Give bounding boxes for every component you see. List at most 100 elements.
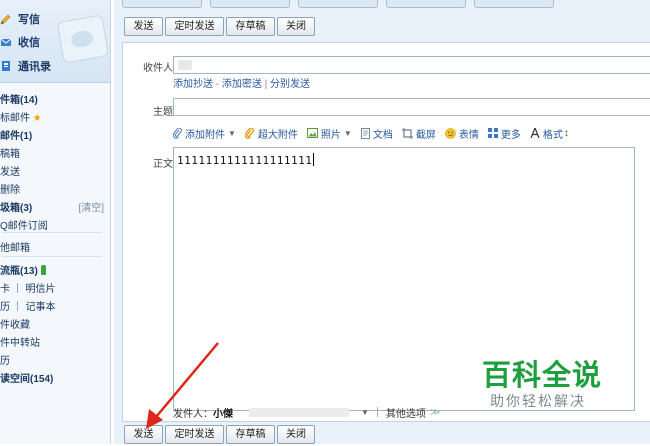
inbox-label: 收信 [18, 37, 40, 49]
subject-input[interactable] [173, 98, 650, 116]
tab-4[interactable] [386, 0, 466, 8]
separate-send-link[interactable]: 分别发送 [270, 79, 310, 90]
body-text: 1111111111111111111 [177, 154, 313, 167]
add-cc-link[interactable]: 添加抄送 [173, 79, 213, 90]
format-label: 格式 [542, 129, 563, 141]
folder-item[interactable]: 读空间(154) [0, 371, 104, 388]
write-mail-label: 写信 [18, 14, 40, 26]
document-button[interactable]: 文档 [360, 126, 393, 141]
scheduled-send-button-top[interactable]: 定时发送 [165, 17, 224, 36]
folder-item[interactable]: 发送 [0, 164, 104, 181]
contacts-link[interactable]: 通讯录 [0, 57, 51, 75]
body-label: 正文 [153, 159, 173, 170]
send-button-top[interactable]: 发送 [124, 17, 163, 36]
pencil-icon [0, 14, 11, 25]
close-button-top[interactable]: 关闭 [277, 17, 315, 36]
redacted-sender-address [249, 407, 349, 417]
close-button-bottom[interactable]: 关闭 [277, 425, 315, 444]
tab-1[interactable] [122, 0, 202, 8]
folder-label: 历 [0, 356, 10, 367]
document-label: 文档 [372, 129, 393, 141]
font-format-icon [530, 128, 540, 138]
attach-button[interactable]: 添加附件 ▼ [173, 126, 236, 141]
folder-label: 删除 [0, 185, 20, 196]
other-options-link[interactable]: 其他选项 [386, 405, 426, 420]
sidebar-divider [2, 232, 102, 233]
big-attachment-icon [244, 127, 254, 139]
format-toolbar: 添加附件 ▼ 超大附件 照片 ▼ 文档 截屏 表情 更多 格式 ↕ [173, 126, 578, 141]
save-draft-button-top[interactable]: 存草稿 [226, 17, 275, 36]
folder-label: 发送 [0, 167, 20, 178]
folder-item[interactable]: 他邮箱 [0, 240, 104, 257]
folder-label: 卡 ｜ 明信片 [0, 284, 56, 295]
save-draft-button-bottom[interactable]: 存草稿 [226, 425, 275, 444]
photo-button[interactable]: 照片 ▼ [306, 126, 352, 141]
subject-label: 主题 [153, 107, 173, 118]
watermark-title: 百科全说 [482, 360, 603, 392]
sender-label: 发件人： [173, 408, 213, 420]
tab-strip [114, 0, 650, 10]
screenshot-button[interactable]: 截屏 [401, 126, 436, 141]
more-button[interactable]: 更多 [487, 126, 521, 141]
add-bcc-link[interactable]: 添加密送 [222, 79, 262, 90]
expand-options-icon[interactable]: ≫ [430, 407, 440, 418]
address-book-icon [2, 61, 10, 71]
folder-item[interactable]: 删除 [0, 182, 104, 199]
folder-item[interactable]: 件箱(14) [0, 92, 104, 109]
decorative-card-image [56, 14, 110, 64]
inbox-link[interactable]: 收信 [0, 33, 40, 51]
folder-item[interactable]: 件中转站 [0, 335, 104, 352]
folder-label: 历 ｜ 记事本 [0, 302, 56, 313]
contacts-label: 通讯录 [18, 61, 51, 73]
send-button-bottom[interactable]: 发送 [124, 425, 163, 444]
folder-label: 读空间(154) [0, 374, 54, 385]
folder-label: 件收藏 [0, 320, 30, 331]
tab-3[interactable] [298, 0, 378, 8]
document-icon [360, 127, 370, 139]
inbox-icon [0, 38, 12, 46]
sender-row: 发件人： 小傑 ▼ 其他选项 ≫ [173, 405, 440, 420]
sidebar: 写信 收信 通讯录 件箱(14) 标邮件 ★ 邮件(1) 稿箱发送删除圾箱(3) [清空… [0, 0, 111, 444]
folder-label: 流瓶(13) [0, 266, 38, 277]
link-separator: | [261, 79, 271, 90]
empty-trash-link[interactable]: [清空] [78, 200, 104, 217]
folder-label: 圾箱(3) [0, 203, 33, 214]
folder-item[interactable]: 卡 ｜ 明信片 [0, 281, 104, 298]
folder-item[interactable]: 邮件(1) [0, 128, 104, 145]
folder-item[interactable]: 标邮件 ★ [0, 110, 104, 127]
recipient-options: 添加抄送 - 添加密送 | 分别发送 [173, 75, 310, 90]
star-icon: ★ [30, 113, 42, 124]
folder-label: 件箱(14) [0, 95, 38, 106]
grid-icon [487, 128, 498, 138]
folder-label: 他邮箱 [0, 243, 30, 254]
big-attach-button[interactable]: 超大附件 [244, 126, 298, 141]
folder-item[interactable]: 历 [0, 353, 104, 370]
recipient-label: 收件人 [143, 63, 173, 74]
sender-dropdown-icon[interactable]: ▼ [361, 408, 369, 417]
folder-item[interactable]: 件收藏 [0, 317, 104, 334]
screenshot-icon [401, 127, 413, 139]
folder-item[interactable]: 历 ｜ 记事本 [0, 299, 104, 316]
attach-dropdown-icon[interactable]: ▼ [228, 129, 236, 138]
screenshot-label: 截屏 [415, 129, 436, 141]
sidebar-divider [2, 256, 102, 257]
write-mail-link[interactable]: 写信 [0, 10, 40, 28]
folder-label: 标邮件 [0, 113, 30, 124]
scheduled-send-button-bottom[interactable]: 定时发送 [165, 425, 224, 444]
folder-item[interactable]: 流瓶(13) [0, 263, 104, 280]
smiley-icon [445, 127, 456, 139]
tab-2[interactable] [210, 0, 290, 8]
folder-label: 邮件(1) [0, 131, 33, 142]
recipient-input[interactable] [173, 56, 650, 74]
top-toolbar: 发送 定时发送 存草稿 关闭 [114, 14, 650, 38]
folder-label: 稿箱 [0, 149, 20, 160]
format-button[interactable]: 格式 ↕ [530, 126, 569, 141]
folder-item[interactable]: 稿箱 [0, 146, 104, 163]
divider [376, 407, 378, 417]
emoji-button[interactable]: 表情 [445, 126, 479, 141]
photo-label: 照片 [320, 129, 341, 141]
photo-dropdown-icon[interactable]: ▼ [344, 129, 352, 138]
folder-item[interactable]: 圾箱(3) [清空] [0, 200, 104, 217]
text-caret [313, 153, 315, 166]
tab-5[interactable] [474, 0, 554, 8]
